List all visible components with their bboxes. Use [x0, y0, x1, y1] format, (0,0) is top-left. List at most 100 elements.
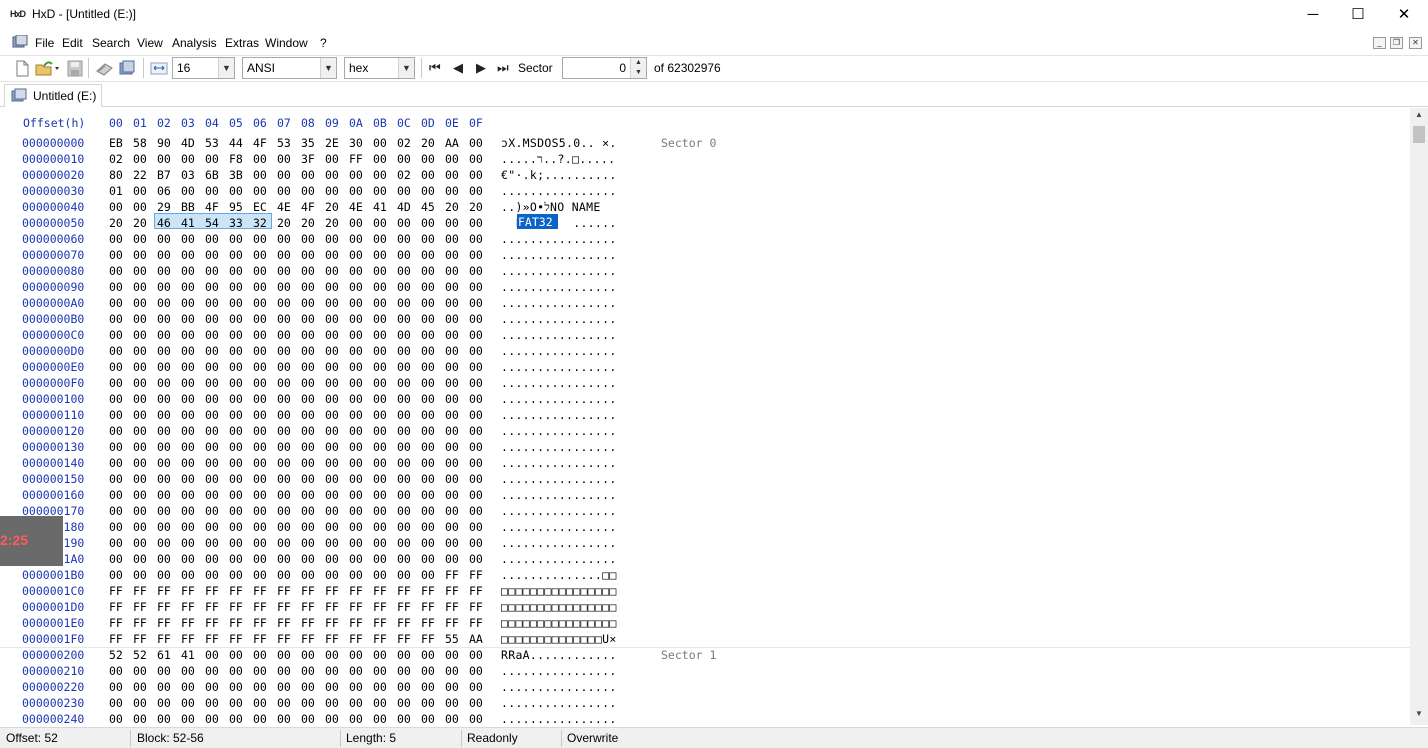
ascii-text[interactable]: ................: [501, 248, 617, 262]
menu-file[interactable]: File: [35, 36, 54, 50]
open-ram-icon[interactable]: [118, 60, 136, 77]
hex-byte[interactable]: 00: [205, 280, 219, 294]
menu-edit[interactable]: Edit: [62, 36, 83, 50]
hex-byte[interactable]: 00: [157, 264, 171, 278]
hex-byte[interactable]: 00: [181, 552, 195, 566]
hex-byte[interactable]: 00: [373, 472, 387, 486]
hex-byte[interactable]: 00: [301, 408, 315, 422]
hex-byte[interactable]: 00: [445, 296, 459, 310]
hex-byte[interactable]: AA: [445, 136, 459, 150]
hex-byte[interactable]: 00: [373, 264, 387, 278]
hex-byte[interactable]: 00: [373, 152, 387, 166]
hex-byte[interactable]: 00: [469, 504, 483, 518]
ascii-text[interactable]: ................: [501, 424, 617, 438]
hex-byte[interactable]: 00: [277, 424, 291, 438]
hex-byte[interactable]: 00: [469, 520, 483, 534]
hex-byte[interactable]: 00: [157, 360, 171, 374]
hex-byte[interactable]: 00: [277, 680, 291, 694]
hex-byte[interactable]: 00: [229, 648, 243, 662]
hex-byte[interactable]: 00: [157, 328, 171, 342]
hex-byte[interactable]: 00: [253, 552, 267, 566]
hex-byte[interactable]: 00: [157, 680, 171, 694]
hex-byte[interactable]: FF: [373, 584, 387, 598]
hex-byte[interactable]: 00: [109, 696, 123, 710]
hex-byte[interactable]: 00: [349, 536, 363, 550]
hex-byte[interactable]: 00: [109, 248, 123, 262]
hex-byte[interactable]: FF: [181, 632, 195, 646]
hex-byte[interactable]: FF: [157, 632, 171, 646]
hex-byte[interactable]: 00: [421, 712, 435, 725]
hex-byte[interactable]: 00: [181, 664, 195, 678]
hex-byte[interactable]: 00: [325, 520, 339, 534]
hex-byte[interactable]: 00: [421, 440, 435, 454]
hex-byte[interactable]: 00: [325, 648, 339, 662]
hex-byte[interactable]: 00: [157, 312, 171, 326]
hex-byte[interactable]: 20: [325, 200, 339, 214]
hex-byte[interactable]: 00: [133, 200, 147, 214]
hex-byte[interactable]: 00: [301, 360, 315, 374]
hex-byte[interactable]: 30: [349, 136, 363, 150]
hex-byte[interactable]: 52: [133, 648, 147, 662]
hex-byte[interactable]: FF: [445, 600, 459, 614]
hex-byte[interactable]: 00: [277, 168, 291, 182]
hex-byte[interactable]: 00: [157, 248, 171, 262]
hex-byte[interactable]: 00: [229, 696, 243, 710]
hex-byte[interactable]: 00: [421, 648, 435, 662]
hex-byte[interactable]: FF: [373, 632, 387, 646]
hex-byte[interactable]: 00: [205, 664, 219, 678]
hex-byte[interactable]: 00: [421, 328, 435, 342]
hex-byte[interactable]: 00: [133, 296, 147, 310]
hex-byte[interactable]: 00: [397, 488, 411, 502]
hex-byte[interactable]: 00: [133, 264, 147, 278]
hex-byte[interactable]: 44: [229, 136, 243, 150]
hex-byte[interactable]: 6B: [205, 168, 219, 182]
menu-view[interactable]: View: [137, 36, 163, 50]
hex-byte[interactable]: 00: [349, 504, 363, 518]
hex-byte[interactable]: 00: [157, 232, 171, 246]
hex-byte[interactable]: 00: [349, 264, 363, 278]
hex-byte[interactable]: 00: [133, 472, 147, 486]
ascii-text[interactable]: ................: [501, 552, 617, 566]
hex-byte[interactable]: 00: [229, 488, 243, 502]
hex-byte[interactable]: 00: [397, 152, 411, 166]
hex-byte[interactable]: 00: [469, 216, 483, 230]
hex-byte[interactable]: 00: [421, 344, 435, 358]
hex-byte[interactable]: 00: [445, 648, 459, 662]
hex-byte[interactable]: 00: [373, 536, 387, 550]
hex-byte[interactable]: 00: [325, 280, 339, 294]
hex-byte[interactable]: FF: [349, 600, 363, 614]
hex-byte[interactable]: 02: [397, 168, 411, 182]
hex-byte[interactable]: FF: [373, 600, 387, 614]
hex-byte[interactable]: 00: [229, 248, 243, 262]
hex-byte[interactable]: 00: [277, 664, 291, 678]
hex-byte[interactable]: 00: [157, 520, 171, 534]
hex-byte[interactable]: 00: [301, 424, 315, 438]
hex-byte[interactable]: 00: [373, 216, 387, 230]
hex-byte[interactable]: 00: [181, 248, 195, 262]
hex-byte[interactable]: 00: [229, 344, 243, 358]
hex-byte[interactable]: FF: [469, 616, 483, 630]
hex-byte[interactable]: FF: [205, 600, 219, 614]
hex-byte[interactable]: 00: [349, 648, 363, 662]
hex-byte[interactable]: 00: [397, 392, 411, 406]
mdi-close-icon[interactable]: ✕: [1409, 37, 1422, 49]
hex-byte[interactable]: 00: [109, 296, 123, 310]
hex-byte[interactable]: 4D: [181, 136, 195, 150]
hex-byte[interactable]: 00: [229, 472, 243, 486]
hex-byte[interactable]: 00: [301, 568, 315, 582]
hex-byte[interactable]: 00: [397, 312, 411, 326]
open-file-icon[interactable]: [35, 60, 61, 77]
hex-byte[interactable]: 00: [397, 536, 411, 550]
vertical-scrollbar[interactable]: ▲ ▼: [1410, 108, 1428, 725]
hex-byte[interactable]: 00: [397, 696, 411, 710]
hex-byte[interactable]: 00: [397, 280, 411, 294]
hex-byte[interactable]: 55: [445, 632, 459, 646]
hex-byte[interactable]: 00: [157, 568, 171, 582]
hex-byte[interactable]: 00: [181, 712, 195, 725]
hex-byte[interactable]: 00: [445, 504, 459, 518]
hex-byte[interactable]: 00: [421, 392, 435, 406]
hex-byte[interactable]: 00: [325, 696, 339, 710]
hex-byte[interactable]: 00: [205, 248, 219, 262]
hex-byte[interactable]: 53: [205, 136, 219, 150]
hex-byte[interactable]: 00: [277, 280, 291, 294]
